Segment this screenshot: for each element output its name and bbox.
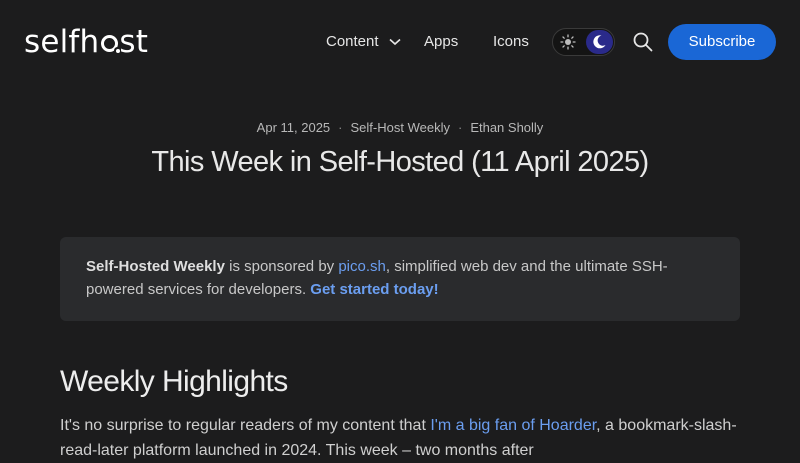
sponsor-link[interactable]: pico.sh xyxy=(338,258,386,275)
article-meta: Apr 11, 2025 · Self-Host Weekly · Ethan Shol… xyxy=(0,118,800,138)
nav-icons-link[interactable]: Icons xyxy=(493,30,529,54)
nav-content-menu[interactable]: Content xyxy=(326,30,401,54)
sponsor-cta-link[interactable]: Get started today! xyxy=(310,281,438,298)
logo-text-left: selfh xyxy=(24,24,100,60)
nav-content-label: Content xyxy=(326,33,379,50)
theme-toggle[interactable] xyxy=(552,28,615,56)
logo-o-icon xyxy=(99,26,122,54)
highlights-heading: Weekly Highlights xyxy=(60,365,288,398)
hoarder-link[interactable]: I'm a big fan of Hoarder xyxy=(430,417,596,434)
moon-icon xyxy=(586,30,613,54)
chevron-down-icon xyxy=(389,30,401,54)
sponsor-text: is sponsored by xyxy=(224,258,339,275)
logo-text-right: st xyxy=(119,24,149,60)
article-author-link[interactable]: Ethan Sholly xyxy=(470,120,543,135)
subscribe-button[interactable]: Subscribe xyxy=(668,24,776,60)
site-logo[interactable]: selfh st xyxy=(24,22,148,62)
article-category-link[interactable]: Self-Host Weekly xyxy=(351,120,450,135)
meta-separator: · xyxy=(457,120,463,135)
sun-icon xyxy=(560,34,576,50)
highlights-paragraph: It's no surprise to regular readers of m… xyxy=(60,413,740,463)
site-header: selfh st Content Apps Icons Subscribe xyxy=(0,0,800,84)
sponsor-brand: Self-Hosted Weekly xyxy=(86,258,225,275)
paragraph-text: It's no surprise to regular readers of m… xyxy=(60,417,431,434)
article-title: This Week in Self-Hosted (11 April 2025) xyxy=(151,146,649,178)
sponsor-callout: Self-Hosted Weekly is sponsored by pico.… xyxy=(60,237,740,321)
search-icon[interactable] xyxy=(632,31,654,53)
nav-apps-link[interactable]: Apps xyxy=(424,30,458,54)
meta-separator: · xyxy=(338,120,343,135)
article-date: Apr 11, 2025 xyxy=(256,120,331,135)
